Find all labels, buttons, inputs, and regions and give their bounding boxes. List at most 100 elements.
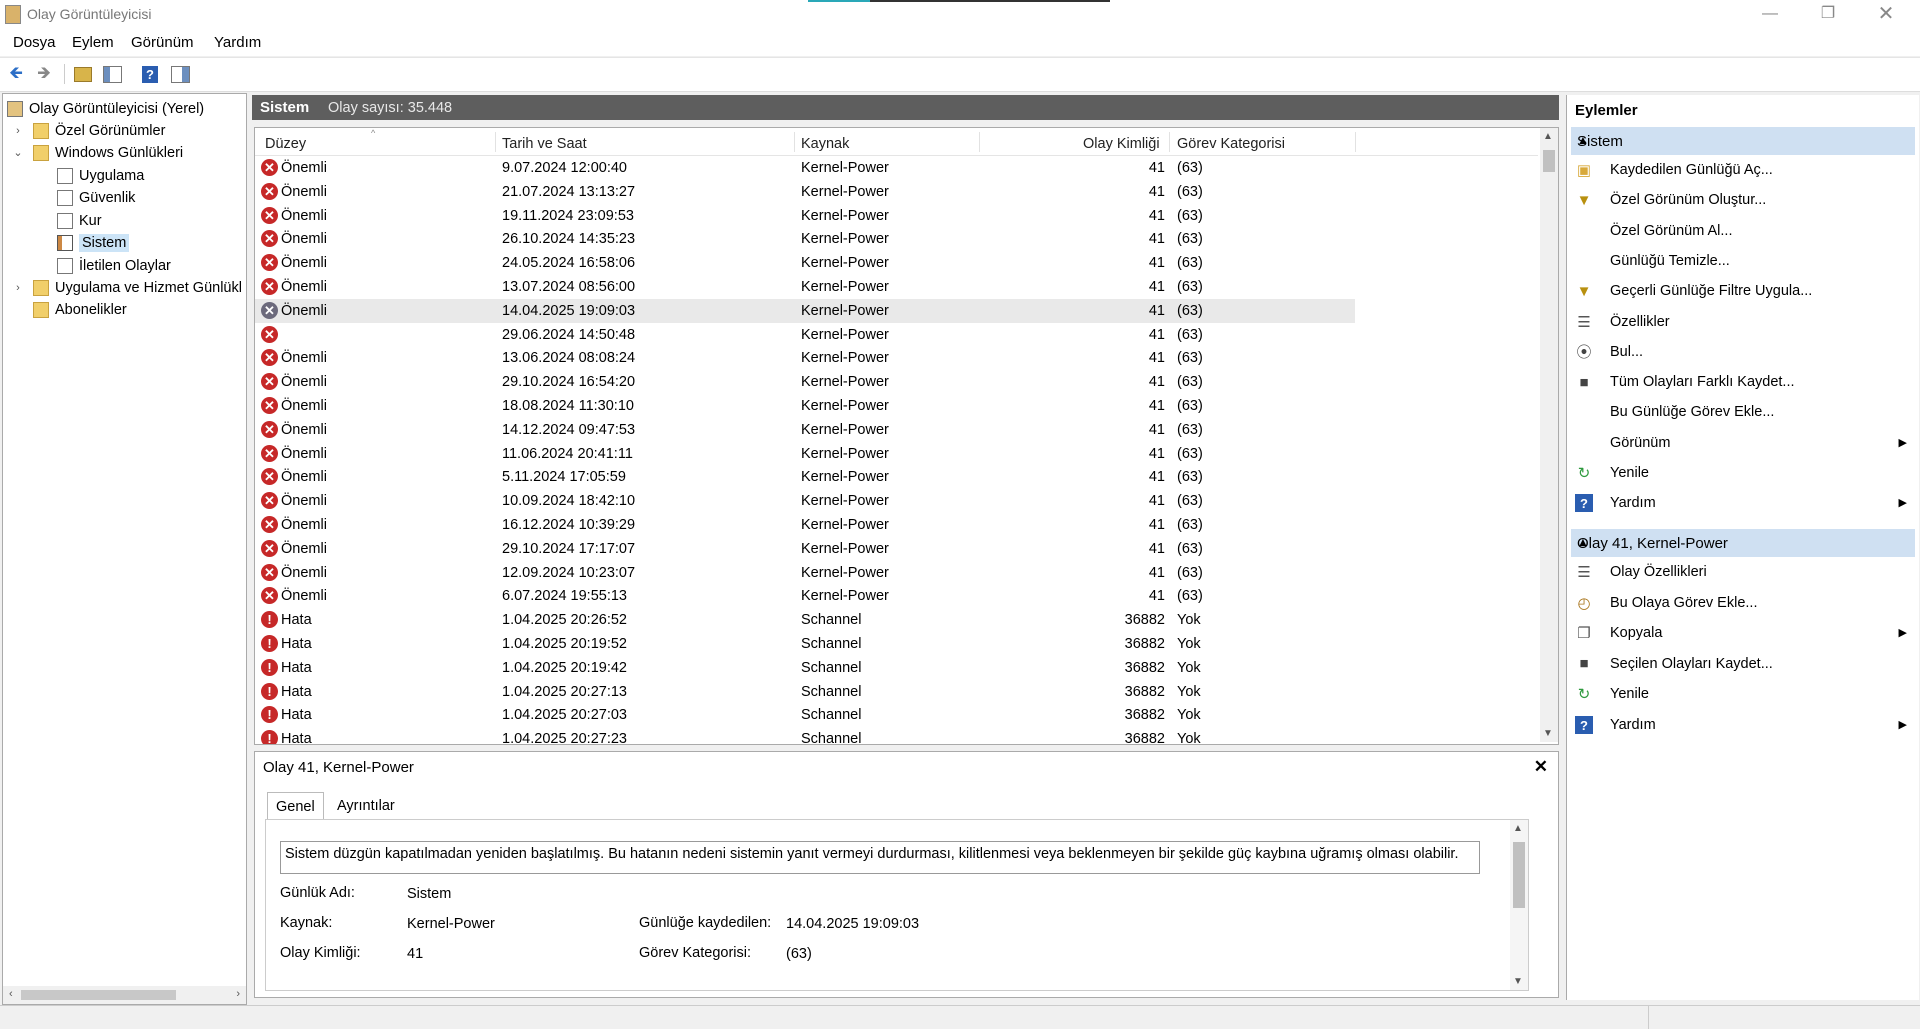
column-tarih[interactable]: Tarih ve Saat	[502, 136, 587, 152]
expand-chevron-icon[interactable]: ›	[11, 282, 25, 294]
scroll-right-icon[interactable]: ›	[236, 988, 240, 1000]
action-item[interactable]: Bu Günlüğe Görev Ekle...	[1575, 399, 1915, 426]
table-row[interactable]: ✕ Önemli 19.11.2024 23:09:53 Kernel-Power 41…	[255, 204, 1355, 228]
column-separator[interactable]	[979, 132, 980, 152]
table-row[interactable]: ✕ Önemli 13.06.2024 08:08:24 Kernel-Power 41…	[255, 346, 1355, 370]
table-row[interactable]: ✕ Önemli 29.10.2024 17:17:07 Kernel-Power 41…	[255, 537, 1355, 561]
action-item[interactable]: ■ Seçilen Olayları Kaydet...	[1575, 651, 1915, 678]
scroll-up-icon[interactable]: ▲	[1543, 131, 1553, 142]
minimize-button[interactable]: —	[1742, 0, 1798, 28]
column-separator[interactable]	[794, 132, 795, 152]
action-item[interactable]: ▣ Kaydedilen Günlüğü Aç...	[1575, 157, 1915, 184]
menu-eylem[interactable]: Eylem	[72, 34, 114, 51]
tree-log-kur[interactable]: Kur	[57, 210, 102, 231]
table-row[interactable]: ✕ Önemli 12.09.2024 10:23:07 Kernel-Power 41…	[255, 561, 1355, 585]
expand-chevron-icon[interactable]: ›	[11, 125, 25, 137]
up-folder-icon[interactable]	[72, 63, 94, 85]
scroll-thumb[interactable]	[21, 990, 176, 1000]
table-row[interactable]: ✕ Önemli 14.04.2025 19:09:03 Kernel-Power 41…	[255, 298, 1355, 323]
show-hide-action-pane-icon[interactable]	[169, 63, 191, 85]
table-row[interactable]: ✕ Önemli 11.06.2024 20:41:11 Kernel-Power 41…	[255, 442, 1355, 466]
action-item[interactable]: Görünüm ▶	[1575, 430, 1915, 457]
action-item[interactable]: ↻ Yenile	[1575, 460, 1915, 487]
actions-section-sistem[interactable]: Sistem ▲	[1571, 127, 1915, 155]
table-row[interactable]: ✕ Önemli 14.12.2024 09:47:53 Kernel-Power 41…	[255, 418, 1355, 442]
column-gorev-kategorisi[interactable]: Görev Kategorisi	[1177, 136, 1285, 152]
action-item[interactable]: ❐ Kopyala ▶	[1575, 620, 1915, 647]
table-row[interactable]: ! Hata 1.04.2025 20:19:52 Schannel 36882 Yok	[255, 632, 1355, 656]
table-row[interactable]: ✕ Önemli 13.07.2024 08:56:00 Kernel-Power 41…	[255, 275, 1355, 299]
action-item[interactable]: ▼ Özel Görünüm Oluştur...	[1575, 187, 1915, 214]
scroll-thumb[interactable]	[1543, 150, 1555, 172]
action-item[interactable]: ☰ Olay Özellikleri	[1575, 559, 1915, 586]
tree-subscriptions[interactable]: Abonelikler	[33, 299, 127, 320]
show-hide-tree-icon[interactable]	[101, 63, 123, 85]
column-separator[interactable]	[1355, 132, 1356, 152]
action-item[interactable]: ? Yardım ▶	[1575, 490, 1915, 517]
tree-log-uygulama[interactable]: Uygulama	[57, 165, 144, 186]
table-row[interactable]: ! Hata 1.04.2025 20:27:03 Schannel 36882 Yok	[255, 703, 1355, 727]
tree-windows-logs[interactable]: ⌄ Windows Günlükleri	[11, 142, 183, 163]
table-row[interactable]: ✕ Önemli 18.08.2024 11:30:10 Kernel-Power 41…	[255, 394, 1355, 418]
details-vertical-scrollbar[interactable]: ▲ ▼	[1510, 820, 1528, 990]
table-row[interactable]: ✕ Önemli 16.12.2024 10:39:29 Kernel-Power 41…	[255, 513, 1355, 537]
action-item[interactable]: Özel Görünüm Al...	[1575, 218, 1915, 245]
action-item[interactable]: ▼ Geçerli Günlüğe Filtre Uygula...	[1575, 278, 1915, 305]
tab-ayrintilar[interactable]: Ayrıntılar	[329, 792, 403, 820]
action-item[interactable]: ? Yardım ▶	[1575, 712, 1915, 739]
close-icon[interactable]: ✕	[1534, 757, 1548, 777]
table-row[interactable]: ! Hata 1.04.2025 20:26:52 Schannel 36882 Yok	[255, 608, 1355, 632]
tree-log-sistem[interactable]: Sistem	[57, 232, 130, 253]
back-arrow-icon[interactable]: 🡸	[5, 63, 27, 85]
scroll-thumb[interactable]	[1513, 842, 1525, 908]
forward-arrow-icon[interactable]: 🡺	[33, 63, 55, 85]
actions-section-event[interactable]: Olay 41, Kernel-Power ▲	[1571, 529, 1915, 557]
scroll-down-icon[interactable]: ▼	[1513, 976, 1523, 987]
menu-dosya[interactable]: Dosya	[13, 34, 56, 51]
tree-custom-views[interactable]: › Özel Görünümler	[11, 120, 165, 141]
menu-gorunum[interactable]: Görünüm	[131, 34, 194, 51]
table-row[interactable]: ! Hata 1.04.2025 20:27:23 Schannel 36882 Yok	[255, 727, 1355, 745]
help-icon[interactable]: ?	[139, 63, 161, 85]
scroll-down-icon[interactable]: ▼	[1543, 728, 1553, 739]
tree-log-guvenlik[interactable]: Güvenlik	[57, 187, 135, 208]
column-kaynak[interactable]: Kaynak	[801, 136, 849, 152]
tree-log-iletilen[interactable]: İletilen Olaylar	[57, 255, 171, 276]
event-description[interactable]: Sistem düzgün kapatılmadan yeniden başla…	[280, 841, 1480, 874]
restore-button[interactable]: ❐	[1800, 0, 1856, 28]
action-item[interactable]: ◴ Bu Olaya Görev Ekle...	[1575, 590, 1915, 617]
action-item[interactable]: ☰ Özellikler	[1575, 309, 1915, 336]
action-item[interactable]: Günlüğü Temizle...	[1575, 248, 1915, 275]
table-row[interactable]: ✕ Önemli 9.07.2024 12:00:40 Kernel-Power 41 (…	[255, 156, 1355, 180]
table-row[interactable]: ✕ Önemli 5.11.2024 17:05:59 Kernel-Power 41 (…	[255, 465, 1355, 489]
column-separator[interactable]	[1169, 132, 1170, 152]
table-row[interactable]: ! Hata 1.04.2025 20:19:42 Schannel 36882 Yok	[255, 656, 1355, 680]
close-window-button[interactable]: ✕	[1858, 0, 1914, 28]
table-row[interactable]: ! Hata 1.04.2025 20:27:13 Schannel 36882 Yok	[255, 680, 1355, 704]
tree-horizontal-scrollbar[interactable]: ‹ ›	[3, 986, 246, 1004]
table-row[interactable]: ✕ Önemli 26.10.2024 14:35:23 Kernel-Power 41…	[255, 227, 1355, 251]
collapse-chevron-icon[interactable]: ⌄	[11, 146, 25, 159]
tree-root[interactable]: Olay Görüntüleyicisi (Yerel)	[7, 98, 204, 119]
scroll-up-icon[interactable]: ▲	[1513, 823, 1523, 834]
tree-app-service-logs[interactable]: › Uygulama ve Hizmet Günlükl	[11, 277, 242, 298]
task-category-cell: Yok	[1177, 731, 1201, 745]
table-row[interactable]: ✕ 29.06.2024 14:50:48 Kernel-Power 41 (63)	[255, 323, 1355, 347]
column-duzey[interactable]: Düzey	[265, 136, 306, 152]
menu-yardim[interactable]: Yardım	[214, 34, 261, 51]
table-row[interactable]: ✕ Önemli 21.07.2024 13:13:27 Kernel-Power 41…	[255, 180, 1355, 204]
collapse-section-icon[interactable]: ▲	[1577, 535, 1907, 549]
action-item[interactable]: ⦿ Bul...	[1575, 339, 1915, 366]
collapse-section-icon[interactable]: ▲	[1577, 133, 1907, 147]
tab-genel[interactable]: Genel	[267, 792, 324, 821]
table-row[interactable]: ✕ Önemli 29.10.2024 16:54:20 Kernel-Power 41…	[255, 370, 1355, 394]
events-vertical-scrollbar[interactable]: ▲ ▼	[1540, 128, 1558, 742]
column-separator[interactable]	[495, 132, 496, 152]
scroll-left-icon[interactable]: ‹	[9, 988, 13, 1000]
table-row[interactable]: ✕ Önemli 6.07.2024 19:55:13 Kernel-Power 41 (…	[255, 584, 1355, 608]
table-row[interactable]: ✕ Önemli 10.09.2024 18:42:10 Kernel-Power 41…	[255, 489, 1355, 513]
action-item[interactable]: ↻ Yenile	[1575, 681, 1915, 708]
column-olay-kimligi[interactable]: Olay Kimliği	[1083, 136, 1160, 152]
action-item[interactable]: ■ Tüm Olayları Farklı Kaydet...	[1575, 369, 1915, 396]
table-row[interactable]: ✕ Önemli 24.05.2024 16:58:06 Kernel-Power 41…	[255, 251, 1355, 275]
